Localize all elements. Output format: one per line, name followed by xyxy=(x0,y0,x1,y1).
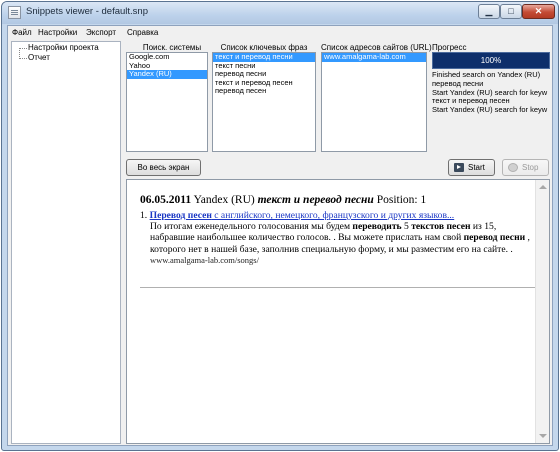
result-engine: Yandex (RU) xyxy=(193,194,255,206)
result-header: 06.05.2011 Yandex (RU) текст и перевод п… xyxy=(140,194,530,207)
scroll-down-icon[interactable] xyxy=(539,434,547,438)
app-window: Snippets viewer - default.snp ▁ □ ✕ Файл… xyxy=(1,1,559,451)
start-button[interactable]: Start xyxy=(448,159,495,176)
title-bar[interactable]: Snippets viewer - default.snp ▁ □ ✕ xyxy=(2,2,558,24)
snippet-number: 1. xyxy=(140,210,148,221)
keywords-list[interactable]: текст и перевод песни текст песни перево… xyxy=(212,52,316,152)
log-line: Start Yandex (RU) search for keyw xyxy=(432,105,548,115)
progress-label: 100% xyxy=(480,56,502,65)
keyword-item[interactable]: перевод песен xyxy=(213,87,315,96)
engine-item-selected[interactable]: Yandex (RU) xyxy=(127,70,207,79)
result-position-label: Position: xyxy=(376,194,418,206)
snippet-text: По итогам еженедельного голосования мы б… xyxy=(150,221,530,255)
snippet-title-bold: Перевод песен xyxy=(149,210,212,221)
scroll-up-icon[interactable] xyxy=(539,185,547,189)
result-position: 1 xyxy=(420,194,427,206)
maximize-button[interactable]: □ xyxy=(500,4,522,19)
tree-connector xyxy=(19,58,27,59)
sites-header: Список адресов сайтов (URL) xyxy=(321,43,432,52)
menu-help[interactable]: Справка xyxy=(127,28,158,37)
start-label: Start xyxy=(468,163,485,172)
close-button[interactable]: ✕ xyxy=(522,4,555,19)
app-icon xyxy=(8,6,21,19)
menu-bar: Файл Настройки Экспорт Справка xyxy=(8,26,552,40)
stop-label: Stop xyxy=(522,163,539,172)
project-tree: Настройки проекта Отчет xyxy=(11,41,121,444)
snippet-text-part: 5 xyxy=(401,221,412,233)
play-icon xyxy=(454,163,464,172)
keywords-header: Список ключевых фраз xyxy=(220,43,308,52)
progress-log: Finished search on Yandex (RU) перевод п… xyxy=(432,71,550,152)
report-view: 06.05.2011 Yandex (RU) текст и перевод п… xyxy=(126,179,550,444)
snippet-title-line: 1. Перевод песен с английского, немецког… xyxy=(140,210,530,221)
result-date: 06.05.2011 xyxy=(140,194,192,206)
tree-item-project-settings[interactable]: Настройки проекта xyxy=(28,43,99,52)
snippet-title-rest: с английского, немецкого, французского и… xyxy=(211,210,455,221)
client-area: Файл Настройки Экспорт Справка Настройки… xyxy=(7,25,553,446)
snippet-text-part: текстов песен xyxy=(411,221,471,233)
stop-button[interactable]: Stop xyxy=(502,159,549,176)
fullscreen-button[interactable]: Во весь экран xyxy=(126,159,201,176)
sites-list[interactable]: www.amalgama-lab.com xyxy=(321,52,427,152)
vertical-scrollbar[interactable] xyxy=(535,180,549,443)
menu-export[interactable]: Экспорт xyxy=(86,28,116,37)
progress-header: Прогресс xyxy=(432,43,467,52)
menu-settings[interactable]: Настройки xyxy=(38,28,77,37)
engines-list[interactable]: Google.com Yahoo Yandex (RU) xyxy=(126,52,208,152)
result-keyword: текст и перевод песни xyxy=(257,194,374,206)
tree-item-report[interactable]: Отчет xyxy=(28,53,50,62)
tree-connector xyxy=(19,48,27,49)
result-separator xyxy=(140,287,535,288)
snippet: 1. Перевод песен с английского, немецког… xyxy=(140,210,530,266)
snippet-url: www.amalgama-lab.com/songs/ xyxy=(150,254,259,265)
window-title: Snippets viewer - default.snp xyxy=(26,6,148,17)
minimize-button[interactable]: ▁ xyxy=(478,4,500,19)
snippet-text-part: переводить xyxy=(352,221,402,233)
progress-bar: 100% xyxy=(432,52,550,69)
snippet-text-part: По итогам еженедельного голосования мы б… xyxy=(150,221,353,233)
snippet-text-part: перевод песни xyxy=(463,232,526,244)
stop-icon xyxy=(508,163,518,172)
menu-file[interactable]: Файл xyxy=(12,28,32,37)
snippet-title-link[interactable]: Перевод песен с английского, немецкого, … xyxy=(150,210,455,221)
site-item-selected[interactable]: www.amalgama-lab.com xyxy=(322,53,426,62)
engines-header: Поиск. системы xyxy=(142,43,202,52)
